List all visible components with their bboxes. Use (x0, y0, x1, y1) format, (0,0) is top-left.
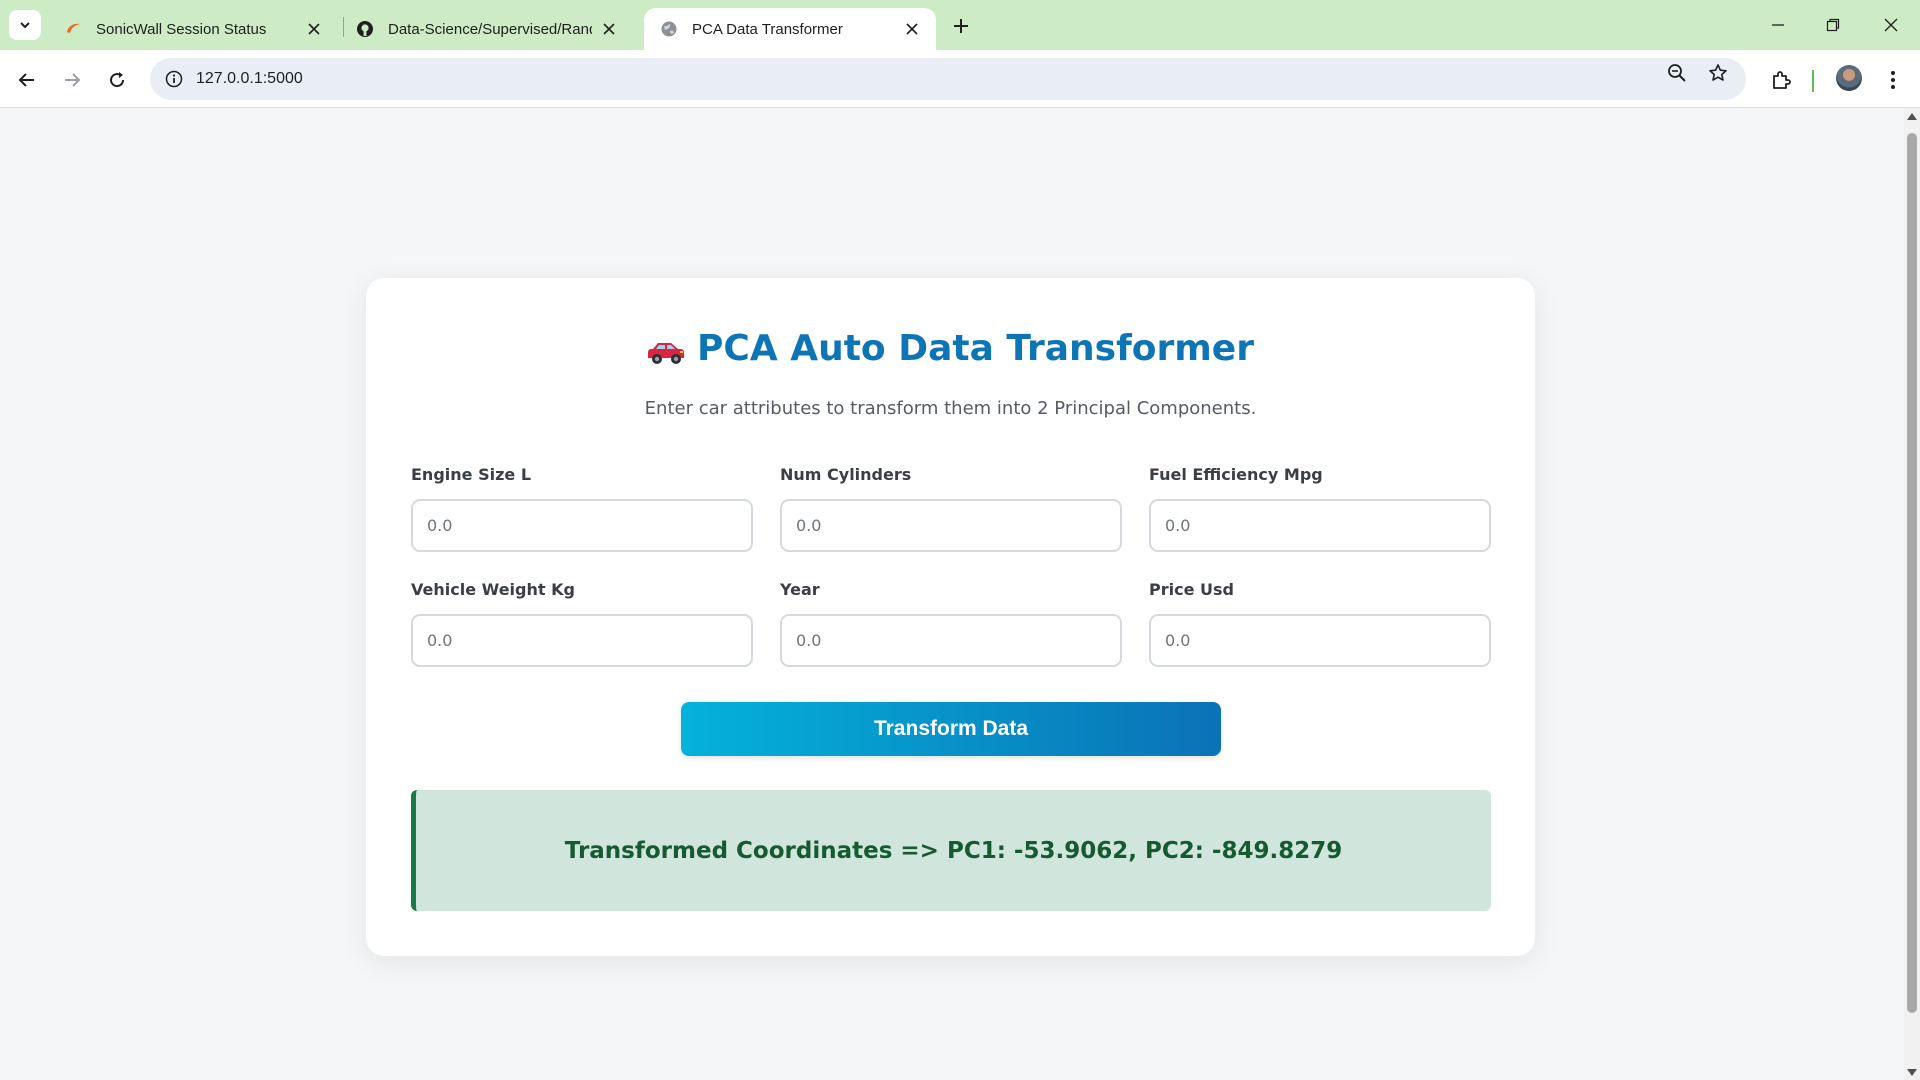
tab-github[interactable]: Data-Science/Supervised/Random (340, 8, 632, 50)
page-title: PCA Auto Data Transformer (697, 328, 1254, 369)
result-text: Transformed Coordinates => PC1: -53.9062… (564, 837, 1343, 864)
transform-data-button[interactable]: Transform Data (681, 702, 1221, 756)
num-cylinders-input[interactable] (780, 499, 1122, 552)
scroll-thumb[interactable] (1907, 133, 1917, 1013)
tab-strip: SonicWall Session Status Data-Science/Su… (0, 0, 1920, 50)
scroll-up-arrow-icon[interactable] (1907, 113, 1917, 120)
tab-search-button[interactable] (9, 10, 41, 40)
scroll-down-arrow-icon[interactable] (1907, 1069, 1917, 1076)
more-vertical-icon (1891, 71, 1895, 89)
vehicle-weight-input[interactable] (411, 614, 753, 667)
globe-icon (660, 20, 678, 38)
minimize-icon (1772, 24, 1784, 26)
reload-button[interactable] (101, 64, 133, 96)
tab-title: PCA Data Transformer (692, 20, 843, 38)
avatar[interactable] (1836, 65, 1862, 91)
sonicwall-icon (64, 20, 82, 38)
close-icon (1884, 18, 1898, 32)
toolbar-divider (1812, 70, 1814, 92)
transformer-card: PCA Auto Data Transformer Enter car attr… (366, 278, 1535, 956)
engine-size-input[interactable] (411, 499, 753, 552)
restore-button[interactable] (1813, 8, 1853, 42)
url-text[interactable]: 127.0.0.1:5000 (196, 70, 303, 88)
car-icon (647, 334, 685, 364)
minimize-button[interactable] (1758, 8, 1798, 42)
num-cylinders-field: Num Cylinders (780, 465, 1122, 552)
new-tab-button[interactable] (946, 12, 976, 40)
field-label: Vehicle Weight Kg (411, 580, 575, 599)
price-usd-input[interactable] (1149, 614, 1491, 667)
tab-title: Data-Science/Supervised/Random (388, 20, 592, 38)
zoom-icon[interactable] (1665, 61, 1689, 85)
bookmark-star-icon[interactable] (1706, 61, 1730, 85)
price-usd-field: Price Usd (1149, 580, 1491, 667)
browser-menu-button[interactable] (1877, 64, 1909, 96)
result-panel: Transformed Coordinates => PC1: -53.9062… (411, 790, 1491, 911)
field-label: Num Cylinders (780, 465, 912, 484)
chevron-down-icon (20, 22, 30, 29)
tab-title: SonicWall Session Status (96, 20, 267, 38)
arrow-left-icon (18, 73, 34, 87)
field-label: Engine Size L (411, 465, 532, 484)
close-window-button[interactable] (1871, 8, 1911, 42)
back-button[interactable] (11, 64, 43, 96)
field-label: Year (780, 580, 820, 599)
puzzle-icon (1773, 71, 1791, 89)
address-bar[interactable]: 127.0.0.1:5000 (150, 58, 1746, 100)
tab-sonicwall[interactable]: SonicWall Session Status (48, 8, 338, 50)
field-label: Price Usd (1149, 580, 1234, 599)
year-field: Year (780, 580, 1122, 667)
page-scrollbar[interactable] (1904, 109, 1920, 1080)
github-icon (356, 20, 374, 38)
engine-size-field: Engine Size L (411, 465, 753, 552)
field-label: Fuel Efficiency Mpg (1149, 465, 1323, 484)
fuel-efficiency-input[interactable] (1149, 499, 1491, 552)
page-viewport: PCA Auto Data Transformer Enter car attr… (0, 109, 1904, 1080)
arrow-right-icon (65, 73, 81, 87)
extensions-button[interactable] (1765, 64, 1797, 96)
fuel-efficiency-field: Fuel Efficiency Mpg (1149, 465, 1491, 552)
close-icon[interactable] (902, 19, 922, 39)
browser-toolbar: 127.0.0.1:5000 (0, 50, 1920, 108)
page-title-row: PCA Auto Data Transformer (366, 328, 1535, 369)
tab-pca-transformer[interactable]: PCA Data Transformer (644, 8, 936, 50)
close-icon[interactable] (600, 19, 618, 39)
page-subtitle: Enter car attributes to transform them i… (644, 398, 1257, 419)
close-icon[interactable] (304, 19, 324, 39)
vehicle-weight-field: Vehicle Weight Kg (411, 580, 753, 667)
year-input[interactable] (780, 614, 1122, 667)
plus-icon (954, 19, 968, 33)
forward-button[interactable] (56, 64, 88, 96)
restore-icon (1826, 18, 1840, 32)
site-info-icon[interactable] (154, 58, 194, 100)
reload-icon (110, 72, 125, 88)
